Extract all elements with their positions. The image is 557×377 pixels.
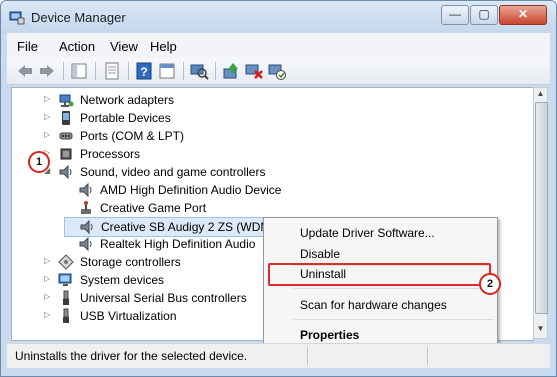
window-icon[interactable] [157,61,177,81]
status-divider [427,347,428,365]
expand-arrow-icon[interactable]: ▷ [44,292,54,302]
gameport-icon [78,200,94,216]
tree-item-label: Processors [80,147,141,161]
toolbar-separator [128,62,129,80]
storage-icon [58,254,74,270]
speaker-icon [78,182,94,198]
usb-icon [58,308,74,324]
properties-icon[interactable] [102,61,122,81]
speaker-icon [78,236,94,252]
expand-arrow-icon[interactable]: ▷ [44,256,54,266]
tree-item[interactable]: Creative SB Audigy 2 ZS (WDM) [64,217,274,237]
forward-arrow-icon[interactable] [37,61,57,81]
menu-action[interactable]: Action [59,39,95,54]
tree-item[interactable]: ◢ Sound, video and game controllers [44,163,344,181]
step-2-badge: 2 [479,273,501,295]
vertical-scrollbar[interactable]: ▲ ▼ [533,87,548,339]
help-icon[interactable]: ? [134,61,154,81]
tree-item-label: AMD High Definition Audio Device [100,183,282,197]
menu-item-properties[interactable]: Properties [300,328,359,342]
system-icon [58,272,74,288]
tree-item-label: Sound, video and game controllers [80,165,266,179]
toolbar-separator [63,62,64,80]
tree-item-label: Storage controllers [80,255,181,269]
scroll-down-icon[interactable]: ▼ [534,324,547,338]
tree-item[interactable]: ▷ Network adapters [44,91,344,109]
context-menu: Update Driver Software... Disable Uninst… [263,217,498,347]
tree-item-label: Universal Serial Bus controllers [80,291,247,305]
port-icon [58,128,74,144]
device-manager-icon [9,9,25,25]
step-1-badge: 1 [28,151,50,173]
tree-item-label: Portable Devices [80,111,171,125]
update-driver-icon[interactable] [221,61,241,81]
tree-item[interactable]: ▷ Processors [44,145,344,163]
tree-item-label: Creative SB Audigy 2 ZS (WDM) [101,220,275,234]
minimize-button[interactable]: — [441,5,469,25]
menu-item-disable[interactable]: Disable [300,247,340,261]
status-divider [307,347,308,365]
network-icon [58,92,74,108]
menu-help[interactable]: Help [150,39,177,54]
scan-icon[interactable] [189,61,209,81]
toolbar: ? [7,58,550,85]
maximize-button[interactable]: ▢ [470,5,498,25]
title-bar[interactable]: Device Manager — ▢ ✕ [1,1,556,33]
close-button[interactable]: ✕ [499,5,547,25]
window-title: Device Manager [31,10,126,25]
tree-item-label: Realtek High Definition Audio [100,237,256,251]
tree-item-label: USB Virtualization [80,309,177,323]
menu-separator [294,288,493,289]
expand-arrow-icon[interactable]: ▷ [44,310,54,320]
expand-arrow-icon[interactable]: ▷ [44,112,54,122]
toolbar-separator [183,62,184,80]
enable-icon[interactable] [267,61,287,81]
tree-item[interactable]: Creative Game Port [64,199,364,217]
scroll-thumb[interactable] [535,102,548,314]
menu-item-scan[interactable]: Scan for hardware changes [300,298,447,312]
tree-item[interactable]: AMD High Definition Audio Device [64,181,364,199]
menu-bar: File Action View Help [7,33,550,58]
menu-separator [294,319,493,320]
scroll-up-icon[interactable]: ▲ [534,89,547,103]
tree-view-icon[interactable] [69,61,89,81]
speaker-icon [79,219,95,235]
back-arrow-icon[interactable] [15,61,35,81]
device-manager-window: Device Manager — ▢ ✕ File Action View He… [0,0,557,377]
uninstall-icon[interactable] [244,61,264,81]
speaker-icon [58,164,74,180]
tree-item-label: Ports (COM & LPT) [80,129,185,143]
expand-arrow-icon[interactable]: ▷ [44,94,54,104]
tree-item[interactable]: ▷ Portable Devices [44,109,344,127]
tree-item-label: Creative Game Port [100,201,207,215]
tree-item[interactable]: ▷ Ports (COM & LPT) [44,127,344,145]
menu-file[interactable]: File [17,39,38,54]
status-text: Uninstalls the driver for the selected d… [15,349,248,363]
tree-item-label: Network adapters [80,93,175,107]
toolbar-separator [95,62,96,80]
usb-icon [58,290,74,306]
expand-arrow-icon[interactable]: ▷ [44,130,54,140]
processor-icon [58,146,74,162]
tree-item-label: System devices [80,273,165,287]
menu-item-uninstall[interactable]: Uninstall [300,267,346,281]
status-bar: Uninstalls the driver for the selected d… [7,343,550,368]
svg-text:?: ? [140,65,147,79]
toolbar-separator [215,62,216,80]
menu-item-update-driver[interactable]: Update Driver Software... [300,226,435,240]
portable-icon [58,110,74,126]
menu-view[interactable]: View [110,39,138,54]
expand-arrow-icon[interactable]: ▷ [44,274,54,284]
